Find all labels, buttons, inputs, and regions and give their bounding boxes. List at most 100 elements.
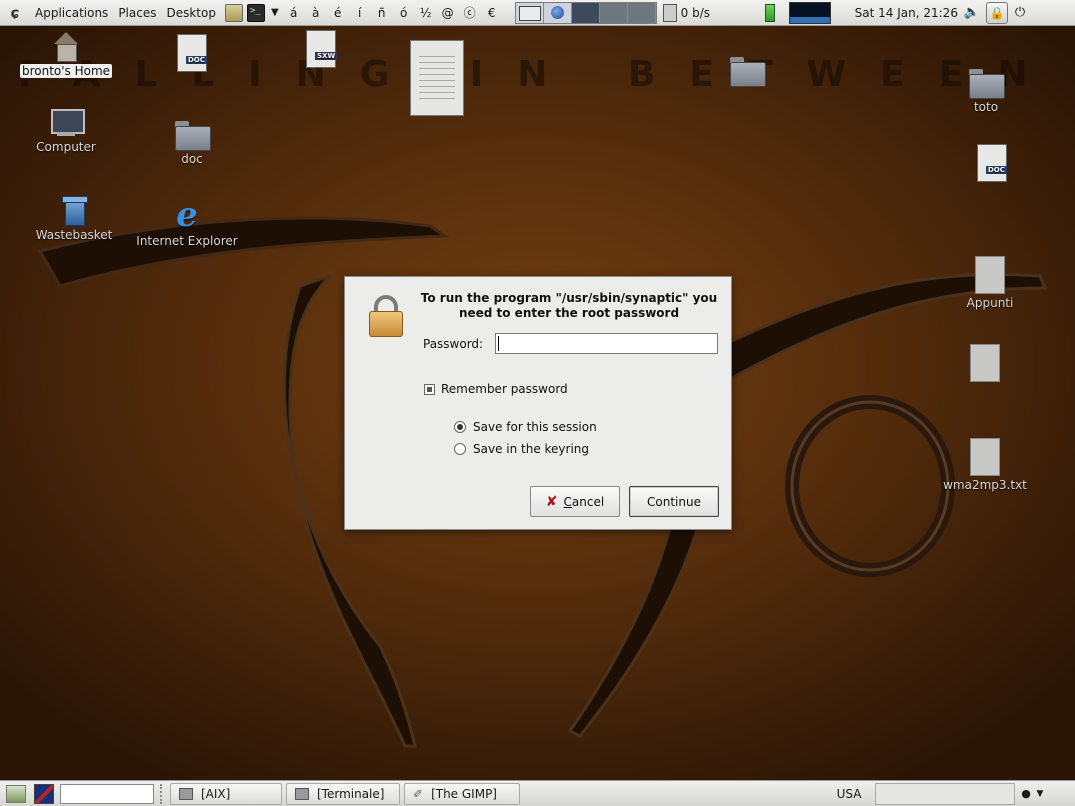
text-file-icon — [970, 438, 1000, 476]
taskbar-item-terminale[interactable]: [Terminale] — [286, 782, 400, 805]
char-button[interactable]: @ — [437, 6, 459, 20]
remember-password-checkbox[interactable] — [424, 384, 435, 395]
dialog-message: To run the program "/usr/sbin/synaptic" … — [420, 291, 718, 320]
desktop-icon-folder[interactable] — [692, 54, 802, 88]
workspace-1[interactable] — [515, 2, 544, 23]
cancel-label: Cancel — [563, 494, 605, 509]
menu-places[interactable]: Places — [113, 6, 161, 20]
notes-launcher-icon[interactable] — [224, 3, 243, 22]
desktop-icon-label: Wastebasket — [35, 228, 113, 242]
command-line-input[interactable] — [60, 783, 154, 804]
terminal-launcher-icon[interactable] — [246, 3, 265, 22]
char-button[interactable]: ⓒ — [459, 4, 481, 21]
gimp-icon: ✐ — [413, 786, 424, 801]
workspace-2[interactable] — [543, 2, 572, 23]
panel-grip[interactable] — [160, 783, 166, 804]
computer-icon — [49, 108, 85, 138]
continue-label: Continue — [647, 494, 701, 509]
desktop-icon-home[interactable]: bronto's Home — [11, 32, 121, 78]
desktop-icon-internet-explorer[interactable]: e Internet Explorer — [132, 198, 242, 248]
notification-area — [875, 782, 1015, 805]
padlock-icon — [367, 293, 405, 339]
password-label: Password: — [423, 337, 484, 351]
writer-document-icon — [303, 30, 338, 68]
desktop-icon-label: bronto's Home — [19, 64, 113, 78]
home-folder-icon — [51, 32, 81, 62]
network-speed: 0 b/s — [680, 5, 711, 20]
bottom-panel: [AIX] [Terminale] ✐ [The GIMP] USA ● ▼ — [0, 780, 1075, 806]
save-session-radio[interactable] — [454, 421, 466, 433]
network-monitor-icon[interactable] — [662, 3, 677, 22]
lock-screen-icon[interactable]: 🔒 — [985, 1, 1008, 24]
folder-icon — [173, 118, 211, 151]
taskbar-item-label: [AIX] — [201, 786, 231, 801]
desktop-icon-wastebasket[interactable]: Wastebasket — [19, 194, 129, 242]
trash-applet-icon[interactable] — [1049, 784, 1069, 804]
drawer-arrow-icon[interactable]: ▼ — [271, 7, 279, 18]
word-document-icon — [974, 144, 1008, 182]
desktop-icon-label: Appunti — [966, 296, 1014, 310]
window-icon — [179, 787, 193, 800]
show-desktop-icon[interactable] — [6, 784, 26, 803]
desktop-icon-document[interactable] — [265, 30, 375, 70]
desktop-icon-wma2mp3[interactable]: wma2mp3.txt — [930, 438, 1040, 492]
power-icon[interactable]: ⏻ — [1010, 3, 1030, 23]
volume-icon[interactable]: 🔈 — [962, 5, 982, 20]
trash-icon — [59, 194, 89, 226]
workspace-3[interactable] — [571, 2, 600, 23]
char-button[interactable]: ó — [393, 6, 415, 20]
cancel-icon: ✘ — [545, 493, 558, 510]
text-cursor — [498, 336, 499, 351]
remember-password-label[interactable]: Remember password — [441, 382, 568, 396]
taskbar-item-aix[interactable]: [AIX] — [170, 782, 282, 805]
top-panel: ɕ Applications Places Desktop ▼ á à é í … — [0, 0, 1075, 26]
app-launcher-icon[interactable] — [34, 783, 54, 804]
cpu-monitor-graph[interactable] — [788, 1, 831, 24]
desktop-icon-file[interactable] — [930, 344, 1040, 384]
char-button[interactable]: ñ — [371, 6, 393, 20]
char-button[interactable]: à — [305, 6, 327, 20]
battery-icon[interactable] — [757, 3, 783, 23]
status-dot-icon[interactable]: ● — [1019, 787, 1033, 800]
char-button[interactable]: € — [481, 6, 503, 20]
desktop-icon-label: doc — [181, 152, 203, 166]
folder-icon — [967, 66, 1005, 99]
chevron-down-icon[interactable]: ▼ — [1033, 789, 1047, 799]
desktop-icon-label: wma2mp3.txt — [943, 478, 1027, 492]
menu-applications[interactable]: Applications — [30, 6, 113, 20]
desktop-icon-document[interactable] — [136, 34, 246, 74]
char-button[interactable]: á — [283, 6, 305, 20]
taskbar-item-gimp[interactable]: ✐ [The GIMP] — [404, 782, 520, 805]
menu-desktop[interactable]: Desktop — [161, 6, 221, 20]
gnome-foot-icon[interactable]: ɕ — [6, 4, 24, 22]
clock[interactable]: Sat 14 Jan, 21:26 — [855, 6, 958, 20]
terminal-icon — [295, 787, 309, 800]
save-session-label[interactable]: Save for this session — [473, 420, 597, 434]
desktop-icon-toto-folder[interactable]: toto — [931, 66, 1041, 114]
desktop-icon-document[interactable] — [936, 144, 1046, 184]
desktop-icon-computer[interactable]: Computer — [11, 108, 121, 154]
workspace-4[interactable] — [599, 2, 628, 23]
cancel-button[interactable]: ✘ Cancel — [530, 486, 620, 517]
desktop-icon-label: Internet Explorer — [136, 234, 238, 248]
desktop-icon-appunti[interactable]: Appunti — [935, 256, 1045, 310]
word-document-icon — [174, 34, 208, 72]
desktop-icon-document[interactable] — [382, 40, 492, 118]
char-button[interactable]: é — [327, 6, 349, 20]
root-password-dialog: To run the program "/usr/sbin/synaptic" … — [344, 276, 732, 530]
internet-explorer-icon: e — [176, 195, 198, 235]
continue-button[interactable]: Continue — [629, 486, 719, 517]
desktop-icon-doc-folder[interactable]: doc — [137, 118, 247, 166]
workspace-5[interactable] — [627, 2, 656, 23]
keyboard-layout-indicator[interactable]: USA — [829, 787, 869, 801]
password-input[interactable] — [495, 333, 718, 354]
text-file-icon — [970, 344, 1000, 382]
char-button[interactable]: ½ — [415, 6, 437, 20]
text-file-icon — [975, 256, 1005, 294]
taskbar-item-label: [Terminale] — [317, 786, 385, 801]
char-button[interactable]: í — [349, 6, 371, 20]
save-keyring-radio[interactable] — [454, 443, 466, 455]
folder-icon — [728, 54, 766, 87]
save-keyring-label[interactable]: Save in the keyring — [473, 442, 589, 456]
workspace-switcher — [514, 1, 657, 24]
